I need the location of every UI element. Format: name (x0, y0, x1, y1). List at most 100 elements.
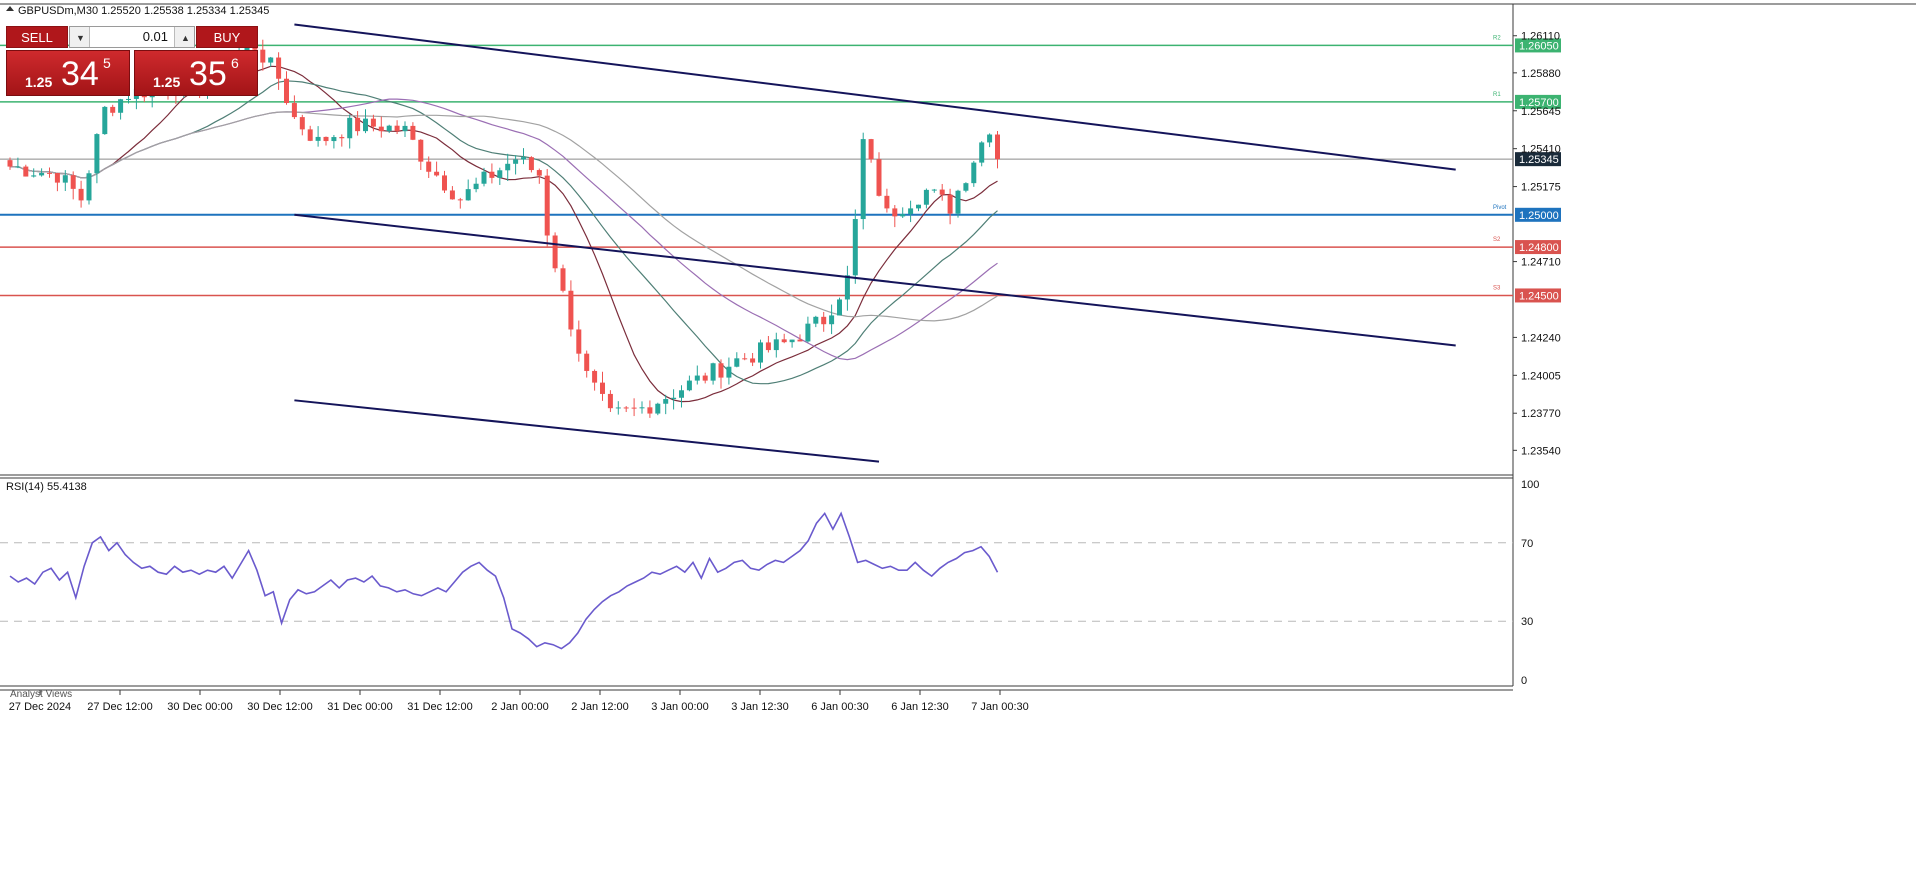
time-tick-label-3: 30 Dec 12:00 (247, 701, 312, 713)
candle-body-35 (284, 78, 289, 104)
time-tick-label-7: 2 Jan 12:00 (571, 701, 629, 713)
candle-body-89 (710, 363, 716, 381)
candle-body-61 (489, 171, 495, 178)
rsi-title: RSI(14) 55.4138 (6, 481, 87, 493)
candle-body-58 (465, 189, 471, 201)
level-tag-0: R2 (1493, 35, 1501, 41)
candle-body-76 (607, 393, 613, 409)
time-tick-label-1: 27 Dec 12:00 (87, 701, 152, 713)
symbol-header: GBPUSDm,M30 1.25520 1.25538 1.25334 1.25… (6, 5, 269, 17)
candle-body-98 (781, 339, 787, 343)
lot-increase-arrow-icon[interactable]: ▲ (174, 27, 194, 47)
candle-body-68 (544, 175, 550, 236)
candle-body-44 (355, 117, 361, 132)
candle-body-46 (370, 118, 376, 127)
price-tick-label-3: 1.25410 (1521, 144, 1561, 156)
candle-body-105 (837, 299, 842, 316)
rsi-tick-label-0: 100 (1521, 479, 1539, 491)
candle-body-56 (449, 190, 455, 200)
candle-body-32 (260, 49, 266, 63)
candle-body-34 (276, 57, 282, 79)
candle-body-5 (47, 172, 52, 174)
time-tick-label-2: 30 Dec 00:00 (167, 701, 232, 713)
candle-body-53 (426, 161, 432, 172)
rsi-tick-label-3: 0 (1521, 675, 1527, 687)
candle-body-33 (268, 57, 274, 63)
candle-body-113 (900, 214, 906, 217)
buy-price-main: 35 (189, 55, 227, 93)
candle-body-47 (378, 126, 384, 132)
candle-body-11 (94, 134, 100, 174)
candle-body-13 (110, 106, 116, 113)
candle-body-2 (23, 166, 29, 177)
price-tick-label-2: 1.25645 (1521, 106, 1561, 118)
candle-body-116 (923, 189, 929, 205)
candle-body-39 (315, 136, 321, 141)
sell-price-prefix: 1.25 (25, 74, 53, 90)
candle-body-14 (118, 99, 124, 113)
candle-body-97 (773, 339, 779, 351)
candle-body-84 (671, 397, 677, 400)
price-tick-label-9: 1.23540 (1521, 445, 1561, 457)
buy-price-prefix: 1.25 (153, 74, 181, 90)
candle-body-121 (963, 183, 969, 191)
candle-body-63 (505, 163, 511, 171)
buy-price-point: 6 (231, 55, 239, 71)
candle-body-74 (592, 370, 598, 383)
price-tick-label-6: 1.24240 (1521, 332, 1561, 344)
candle-body-59 (473, 183, 479, 190)
candle-body-91 (726, 366, 732, 378)
background (0, 0, 1916, 874)
candle-body-77 (615, 407, 621, 409)
buy-price-box[interactable]: 1.25 35 6 (134, 50, 258, 96)
sell-button[interactable]: SELL (6, 26, 68, 48)
lot-decrease-arrow-icon[interactable]: ▼ (70, 27, 90, 47)
rsi-tick-label-2: 30 (1521, 616, 1533, 628)
candle-body-86 (686, 380, 692, 391)
candle-body-99 (789, 339, 795, 343)
candle-body-73 (584, 353, 590, 371)
analyst-views-label[interactable]: Analyst Views (10, 689, 72, 700)
candle-body-65 (521, 157, 526, 160)
level-tag-3: S2 (1493, 237, 1501, 243)
candle-body-115 (916, 204, 921, 209)
candle-body-100 (797, 339, 803, 342)
current-price-label: 1.25345 (1519, 154, 1559, 166)
price-tick-label-0: 1.26110 (1521, 31, 1560, 43)
candle-body-123 (979, 142, 985, 163)
candle-body-8 (70, 175, 76, 189)
time-tick-label-0: 27 Dec 2024 (9, 701, 71, 713)
candle-body-71 (568, 290, 574, 330)
candle-body-107 (852, 219, 858, 276)
lot-size-field[interactable]: ▼ 0.01 ▲ (69, 26, 195, 48)
lot-size-value[interactable]: 0.01 (143, 27, 168, 47)
main-chart-frame (0, 0, 1916, 874)
candle-body-95 (758, 342, 763, 363)
candle-body-96 (765, 342, 771, 351)
candle-body-60 (481, 171, 487, 184)
candle-body-104 (829, 315, 835, 325)
candle-body-40 (323, 136, 329, 142)
candle-body-110 (876, 159, 882, 196)
candle-body-54 (434, 171, 440, 176)
sell-price-box[interactable]: 1.25 34 5 (6, 50, 130, 96)
buy-button[interactable]: BUY (196, 26, 258, 48)
candle-body-70 (560, 268, 566, 291)
candle-body-112 (892, 208, 898, 217)
symbol-info: GBPUSDm,M30 1.25520 1.25538 1.25334 1.25… (18, 5, 269, 17)
candle-body-62 (497, 170, 503, 178)
candle-body-125 (995, 134, 1000, 160)
candle-body-6 (54, 173, 60, 183)
candle-body-108 (860, 139, 866, 220)
candle-body-1 (15, 166, 21, 168)
time-tick-label-11: 6 Jan 12:30 (891, 701, 949, 713)
time-tick-label-6: 2 Jan 00:00 (491, 701, 549, 713)
candle-body-43 (347, 117, 353, 139)
candle-body-109 (868, 139, 874, 160)
candle-body-57 (457, 199, 463, 201)
time-tick-label-12: 7 Jan 00:30 (971, 701, 1029, 713)
sell-price-main: 34 (61, 55, 99, 93)
candle-body-38 (307, 129, 313, 141)
candle-body-122 (971, 162, 977, 184)
level-tag-1: R1 (1493, 92, 1501, 98)
